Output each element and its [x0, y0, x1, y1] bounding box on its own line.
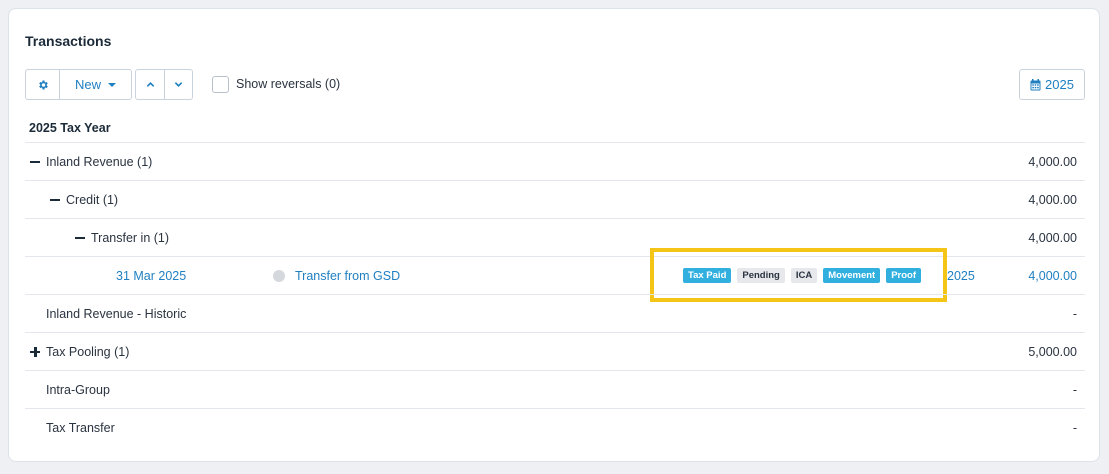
- transaction-description-link[interactable]: Transfer from GSD: [295, 269, 400, 283]
- tree-row-tax-pooling[interactable]: Tax Pooling (1) 5,000.00: [25, 332, 1085, 370]
- tree-row-label: Tax Pooling (1): [46, 344, 130, 359]
- tree-row-label: Inland Revenue (1): [46, 154, 153, 169]
- settings-button[interactable]: [26, 70, 59, 99]
- calendar-icon: [1030, 78, 1041, 90]
- transaction-row[interactable]: 31 Mar 2025 Transfer from GSD Tax Paid P…: [25, 248, 1085, 302]
- transactions-card: Transactions New Show reversals (0) 2025…: [8, 8, 1100, 462]
- tag-pending[interactable]: Pending: [737, 267, 785, 283]
- tag-ica[interactable]: ICA: [790, 267, 818, 283]
- tree-row-label: Credit (1): [66, 192, 119, 207]
- tree-row-label: Inland Revenue - Historic: [46, 306, 187, 321]
- tree-row-amount: 4,000.00: [1028, 154, 1077, 169]
- page-title: Transactions: [25, 33, 112, 49]
- tree-row-tax-transfer[interactable]: Tax Transfer -: [25, 408, 1085, 446]
- expand-icon[interactable]: [30, 346, 40, 357]
- chevron-down-icon: [174, 82, 183, 87]
- move-up-button[interactable]: [136, 70, 164, 99]
- tree-row-label: Tax Transfer: [46, 420, 115, 435]
- tree-row-label: Intra-Group: [46, 382, 110, 397]
- tree-row-credit[interactable]: Credit (1) 4,000.00: [25, 180, 1085, 218]
- caret-down-icon: [108, 82, 116, 87]
- collapse-icon[interactable]: [30, 157, 40, 167]
- tree-row-label: Transfer in (1): [91, 230, 170, 245]
- tree-row-amount: 4,000.00: [1028, 192, 1077, 207]
- show-reversals-checkbox[interactable]: [212, 76, 229, 93]
- chevron-up-icon: [146, 82, 154, 87]
- collapse-icon[interactable]: [50, 195, 60, 205]
- tag-movement[interactable]: Movement: [823, 267, 881, 283]
- tree-row-inland-revenue-historic[interactable]: Inland Revenue - Historic -: [25, 294, 1085, 332]
- move-button-group: [135, 69, 193, 100]
- tree-row-amount: 4,000.00: [1028, 230, 1077, 245]
- gear-icon: [38, 80, 48, 89]
- tree-row-amount: 5,000.00: [1028, 344, 1077, 359]
- new-button-label: New: [74, 77, 101, 92]
- new-button[interactable]: New: [59, 70, 131, 99]
- tree-row-inland-revenue[interactable]: Inland Revenue (1) 4,000.00: [25, 142, 1085, 180]
- move-down-button[interactable]: [164, 70, 192, 99]
- transaction-year-link[interactable]: 2025: [947, 269, 975, 283]
- new-button-group: New: [25, 69, 132, 100]
- show-reversals-label: Show reversals (0): [236, 77, 341, 91]
- tree-row-intra-group[interactable]: Intra-Group -: [25, 370, 1085, 408]
- transactions-tree: Inland Revenue (1) 4,000.00 Credit (1) 4…: [25, 142, 1085, 446]
- transaction-date-link[interactable]: 31 Mar 2025: [116, 269, 186, 283]
- tree-row-amount: -: [1072, 382, 1077, 397]
- collapse-icon[interactable]: [75, 233, 85, 243]
- tree-row-amount: -: [1072, 420, 1077, 435]
- tag-tax-paid[interactable]: Tax Paid: [683, 267, 732, 283]
- tag-proof[interactable]: Proof: [886, 267, 922, 283]
- year-selector-button[interactable]: 2025: [1019, 69, 1085, 100]
- year-selector-label: 2025: [1045, 77, 1074, 92]
- tree-row-amount: -: [1072, 306, 1077, 321]
- transaction-amount-link[interactable]: 4,000.00: [1028, 269, 1077, 283]
- section-title: 2025 Tax Year: [29, 121, 111, 135]
- status-dot: [273, 269, 285, 282]
